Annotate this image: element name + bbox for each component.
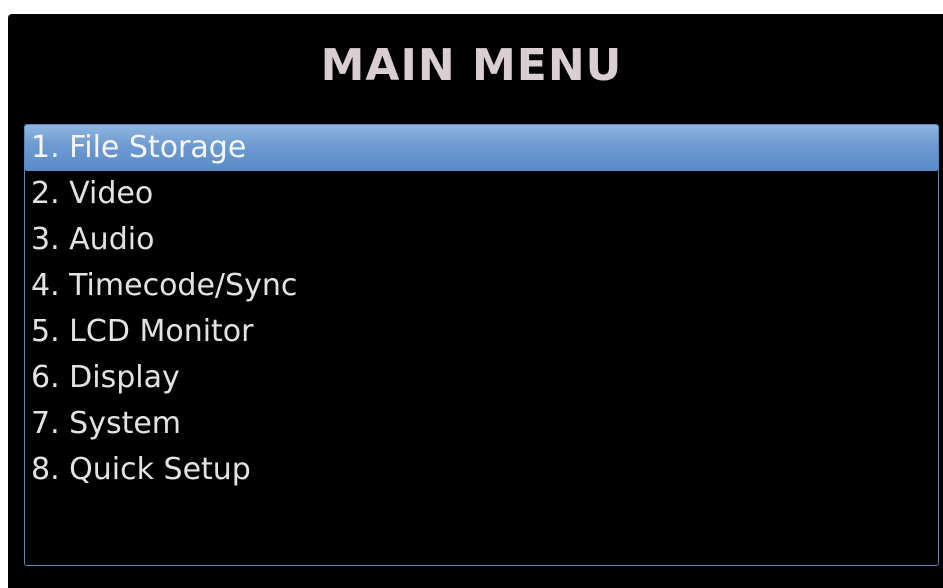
- menu-item-quick-setup[interactable]: 8. Quick Setup: [25, 447, 938, 493]
- page-title: MAIN MENU: [320, 40, 623, 91]
- menu-item-video[interactable]: 2. Video: [25, 171, 938, 217]
- menu-item-file-storage[interactable]: 1. File Storage: [25, 125, 938, 171]
- menu-item-display[interactable]: 6. Display: [25, 355, 938, 401]
- menu-item-timecode-sync[interactable]: 4. Timecode/Sync: [25, 263, 938, 309]
- menu-item-audio[interactable]: 3. Audio: [25, 217, 938, 263]
- main-menu-list: 1. File Storage 2. Video 3. Audio 4. Tim…: [25, 125, 938, 493]
- menu-list-frame: 1. File Storage 2. Video 3. Audio 4. Tim…: [24, 124, 939, 566]
- menu-item-system[interactable]: 7. System: [25, 401, 938, 447]
- device-bezel: MAIN MENU 1. File Storage 2. Video 3. Au…: [0, 0, 943, 588]
- menu-item-lcd-monitor[interactable]: 5. LCD Monitor: [25, 309, 938, 355]
